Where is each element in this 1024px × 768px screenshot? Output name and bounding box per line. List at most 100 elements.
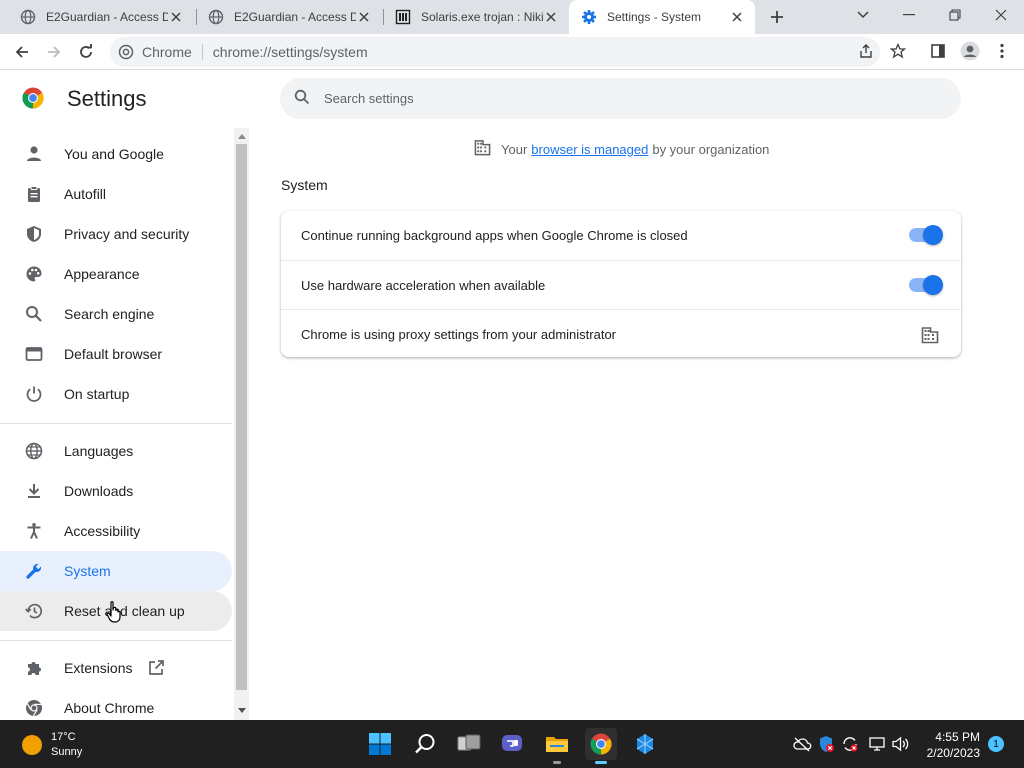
search-icon bbox=[294, 89, 310, 108]
side-panel-icon[interactable] bbox=[926, 39, 950, 63]
tab-settings-system[interactable]: Settings - System bbox=[569, 0, 755, 34]
onedrive-offline-icon[interactable] bbox=[792, 734, 812, 754]
notification-badge[interactable]: 1 bbox=[988, 736, 1004, 752]
building-icon bbox=[921, 326, 939, 344]
sidebar-divider bbox=[0, 640, 232, 641]
sidebar-item-appearance[interactable]: Appearance bbox=[0, 254, 232, 294]
minimize-button[interactable] bbox=[886, 0, 932, 30]
scroll-up-arrow-icon[interactable] bbox=[234, 129, 249, 143]
windows-taskbar: 17°C Sunny 4:55 PM 2/20/2023 bbox=[0, 720, 1024, 768]
background-apps-row[interactable]: Continue running background apps when Go… bbox=[281, 211, 961, 260]
sidebar-item-about-chrome[interactable]: About Chrome bbox=[0, 688, 232, 720]
tab-title: Settings - System bbox=[607, 10, 702, 24]
globe-icon bbox=[23, 440, 45, 462]
tab-title: E2Guardian - Access De bbox=[46, 10, 168, 24]
weather-condition: Sunny bbox=[51, 746, 83, 758]
close-window-button[interactable] bbox=[978, 0, 1024, 30]
sidebar-item-label: Downloads bbox=[64, 483, 134, 499]
sidebar-divider bbox=[0, 423, 232, 424]
network-icon[interactable] bbox=[867, 734, 887, 754]
task-view-icon[interactable] bbox=[453, 728, 485, 760]
weather-widget[interactable]: 17°C Sunny bbox=[22, 730, 82, 760]
chrome-taskbar-icon[interactable] bbox=[585, 728, 617, 764]
address-bar[interactable]: Chrome chrome://settings/system bbox=[110, 37, 880, 67]
close-icon[interactable] bbox=[356, 9, 372, 25]
forward-button[interactable] bbox=[40, 38, 68, 66]
tab-search-button[interactable] bbox=[840, 0, 886, 30]
scroll-down-arrow-icon[interactable] bbox=[234, 704, 249, 718]
teams-chat-icon[interactable] bbox=[497, 728, 529, 760]
menu-kebab-icon[interactable] bbox=[990, 39, 1014, 63]
palette-icon bbox=[23, 263, 45, 285]
bookmark-star-icon[interactable] bbox=[886, 39, 910, 63]
sidebar-item-system[interactable]: System bbox=[0, 551, 232, 591]
sidebar-item-search-engine[interactable]: Search engine bbox=[0, 294, 232, 334]
person-icon bbox=[23, 143, 45, 165]
power-icon bbox=[23, 383, 45, 405]
globe-icon bbox=[20, 9, 36, 25]
shield-icon bbox=[23, 223, 45, 245]
sidebar-item-extensions[interactable]: Extensions bbox=[0, 648, 232, 688]
sidebar-item-default-browser[interactable]: Default browser bbox=[0, 334, 232, 374]
sidebar-item-on-startup[interactable]: On startup bbox=[0, 374, 232, 414]
tab-e2guardian-2[interactable]: E2Guardian - Access De bbox=[196, 0, 382, 34]
restore-button[interactable] bbox=[932, 0, 978, 30]
clock-time: 4:55 PM bbox=[935, 730, 980, 744]
hardware-acceleration-row[interactable]: Use hardware acceleration when available bbox=[281, 260, 961, 309]
back-button[interactable] bbox=[8, 38, 36, 66]
tab-strip: E2Guardian - Access De E2Guardian - Acce… bbox=[0, 0, 1024, 34]
url-text[interactable]: chrome://settings/system bbox=[213, 44, 368, 60]
sync-error-icon[interactable] bbox=[840, 734, 860, 754]
weather-temp: 17°C bbox=[51, 731, 76, 743]
sidebar-item-languages[interactable]: Languages bbox=[0, 431, 232, 471]
tab-solaris[interactable]: Solaris.exe trojan : Niki bbox=[383, 0, 569, 34]
sidebar-item-privacy[interactable]: Privacy and security bbox=[0, 214, 232, 254]
settings-search[interactable]: Search settings bbox=[280, 78, 961, 119]
gear-icon bbox=[581, 9, 597, 25]
sidebar-item-label: Accessibility bbox=[64, 523, 141, 539]
hand-cursor-icon bbox=[106, 600, 124, 624]
new-tab-button[interactable] bbox=[765, 5, 789, 29]
tab-title: E2Guardian - Access De bbox=[234, 10, 356, 24]
sidebar-item-label: Default browser bbox=[64, 346, 163, 362]
download-icon bbox=[23, 480, 45, 502]
sidebar-item-label: Privacy and security bbox=[64, 226, 190, 242]
toggle-knob bbox=[923, 225, 943, 245]
managed-suffix: by your organization bbox=[652, 141, 770, 157]
museum-icon bbox=[395, 9, 411, 25]
sidebar-item-label: Autofill bbox=[64, 186, 107, 202]
volume-icon[interactable] bbox=[891, 734, 911, 754]
close-icon[interactable] bbox=[543, 9, 559, 25]
tab-e2guardian-1[interactable]: E2Guardian - Access De bbox=[8, 0, 194, 34]
scrollbar-thumb[interactable] bbox=[236, 144, 247, 690]
sidebar-item-accessibility[interactable]: Accessibility bbox=[0, 511, 232, 551]
browser-managed-link[interactable]: browser is managed bbox=[531, 142, 648, 157]
hardware-acceleration-toggle[interactable] bbox=[909, 275, 943, 295]
close-icon[interactable] bbox=[729, 9, 745, 25]
taskbar-search-icon[interactable] bbox=[409, 728, 441, 760]
clock-date: 2/20/2023 bbox=[926, 746, 980, 760]
sidebar-item-you-and-google[interactable]: You and Google bbox=[0, 134, 232, 174]
background-apps-toggle[interactable] bbox=[909, 225, 943, 245]
windows-start-button[interactable] bbox=[364, 728, 396, 760]
sidebar-item-label: Languages bbox=[64, 443, 134, 459]
chrome-icon bbox=[23, 697, 45, 719]
system-clock[interactable]: 4:55 PM 2/20/2023 bbox=[918, 729, 980, 761]
sidebar-item-downloads[interactable]: Downloads bbox=[0, 471, 232, 511]
profile-avatar-icon[interactable] bbox=[958, 39, 982, 63]
reload-button[interactable] bbox=[72, 38, 100, 66]
site-info-chip[interactable]: Chrome bbox=[118, 44, 203, 60]
puzzle-icon bbox=[23, 657, 45, 679]
azure-app-icon[interactable] bbox=[629, 728, 661, 760]
share-icon[interactable] bbox=[854, 39, 878, 63]
search-input[interactable]: Search settings bbox=[324, 91, 414, 106]
sidebar-item-autofill[interactable]: Autofill bbox=[0, 174, 232, 214]
external-link-icon bbox=[147, 659, 165, 677]
sidebar-item-label: On startup bbox=[64, 386, 130, 402]
proxy-settings-row[interactable]: Chrome is using proxy settings from your… bbox=[281, 309, 961, 358]
file-explorer-icon[interactable] bbox=[541, 728, 573, 764]
close-icon[interactable] bbox=[168, 9, 184, 25]
accessibility-icon bbox=[23, 520, 45, 542]
section-title: System bbox=[281, 177, 328, 193]
security-shield-icon[interactable] bbox=[816, 734, 836, 754]
